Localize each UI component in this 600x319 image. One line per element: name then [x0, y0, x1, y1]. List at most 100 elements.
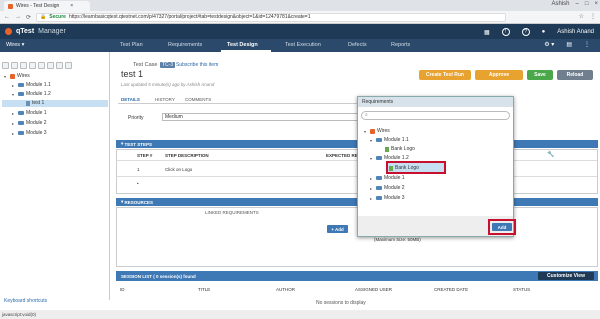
tab-details[interactable]: DETAILS [121, 97, 140, 102]
delete-icon[interactable] [56, 62, 63, 69]
menu-icon[interactable]: ⋮ [590, 13, 596, 20]
chevron-right-icon[interactable]: ▸ [12, 83, 16, 88]
tab-title: Wires - Test Design [16, 3, 60, 9]
button-label: Approve [488, 72, 510, 78]
add-requirement-button[interactable]: + Add [327, 225, 348, 233]
address-bar-row: ← → ⟳ 🔒 Secure https://learnbasicqtest.q… [0, 11, 600, 24]
requirements-search-input[interactable]: ⌕ [361, 111, 510, 120]
tree-item-module-1[interactable]: ▸ Module 1 [12, 110, 47, 116]
chevron-down-icon[interactable]: ▾ [4, 74, 8, 79]
customize-view-button[interactable]: Customize View [538, 272, 594, 280]
priority-label: Priority [128, 115, 144, 121]
maximize-icon[interactable]: □ [585, 1, 589, 7]
back-icon[interactable]: ← [4, 14, 10, 20]
folder-icon [18, 83, 24, 87]
folder-icon [18, 111, 24, 115]
project-selector[interactable]: Wires ▾ [6, 42, 24, 48]
popup-tree-root[interactable]: ▾ Wires [364, 128, 390, 134]
minimize-icon[interactable]: – [576, 1, 579, 7]
selected-row-highlight [2, 100, 108, 107]
tab-test-plan[interactable]: Test Plan [120, 42, 143, 48]
header-icons: ▦ ! ? ● Ashish Anand [484, 28, 594, 36]
column-header: STATUS [513, 287, 531, 292]
button-label: Save [534, 72, 546, 78]
tree-item-module-1-2[interactable]: ▾ Module 1.2 [12, 91, 51, 97]
tree-item-test-1[interactable]: test 1 [26, 100, 44, 106]
tab-history[interactable]: HISTORY [155, 97, 175, 102]
filter-icon[interactable] [20, 62, 27, 69]
browser-tab[interactable]: Wires - Test Design × [4, 1, 90, 11]
create-test-run-button[interactable]: Create Test Run [419, 70, 471, 80]
browser-actions: ☆ ⋮ [579, 13, 596, 20]
tree-root[interactable]: ▾ Wires [4, 73, 30, 79]
refresh-tree-icon[interactable] [65, 62, 72, 69]
add-testcase-icon[interactable] [11, 62, 18, 69]
chevron-down-icon[interactable]: ▾ [370, 156, 374, 161]
secure-label: Secure [49, 14, 66, 20]
popup-tree-module-1[interactable]: ▸ Module 1 [370, 175, 405, 181]
popup-tree-module-1-1[interactable]: ▾ Module 1.1 [370, 137, 409, 143]
refresh-icon[interactable]: ⟳ [26, 14, 31, 21]
url-field[interactable]: 🔒 Secure https://learnbasicqtest.qtestne… [36, 12, 507, 22]
popup-tree-module-3[interactable]: ▸ Module 3 [370, 195, 405, 201]
tab-reports[interactable]: Reports [391, 42, 410, 48]
close-window-icon[interactable]: × [594, 1, 598, 7]
tasks-icon[interactable]: ▤ [566, 41, 572, 48]
subscribe-link[interactable]: Subscribe this item [176, 62, 218, 68]
help-icon[interactable]: ? [521, 28, 530, 36]
chevron-down-icon[interactable]: ▾ [12, 92, 16, 97]
folder-icon [18, 131, 24, 135]
folder-icon [376, 186, 382, 190]
approve-button[interactable]: Approve [475, 70, 523, 80]
wrench-icon[interactable]: 🔧 [547, 151, 554, 158]
paste-icon[interactable] [38, 62, 45, 69]
save-button[interactable]: Save [527, 70, 553, 80]
dialog-add-button[interactable]: Add [492, 223, 512, 231]
user-name[interactable]: Ashish Anand [557, 29, 594, 35]
tab-comments[interactable]: COMMENTS [185, 97, 211, 102]
avatar[interactable]: ● [542, 29, 546, 35]
chevron-down-icon[interactable]: ▾ [370, 138, 374, 143]
tree-item-module-1-1[interactable]: ▸ Module 1.1 [12, 82, 51, 88]
user-profile-label[interactable]: Ashish [552, 1, 570, 7]
chevron-right-icon[interactable]: ▸ [12, 131, 16, 136]
page-title[interactable]: test 1 [121, 69, 143, 79]
step-description[interactable]: Click on Logo [165, 167, 192, 172]
copy-icon[interactable] [29, 62, 36, 69]
tree-item-label: Module 1 [384, 175, 405, 181]
popup-tree-bank-logo-2[interactable]: Bank Logo [389, 165, 419, 171]
gear-icon[interactable]: ⚙ ▾ [544, 41, 554, 48]
last-updated-text: Last updated 5 minute(s) ago by Ashish A… [121, 82, 215, 87]
tab-defects[interactable]: Defects [348, 42, 367, 48]
more-icon[interactable]: ⋮ [584, 41, 590, 48]
tab-close-icon[interactable]: × [70, 3, 73, 9]
chevron-right-icon[interactable]: ▸ [370, 186, 374, 191]
chevron-right-icon[interactable]: ▸ [370, 176, 374, 181]
chevron-right-icon[interactable]: ▸ [370, 196, 374, 201]
tree-item-module-2[interactable]: ▸ Module 2 [12, 120, 47, 126]
dialog-title: Requirements [362, 99, 394, 105]
popup-tree-module-2[interactable]: ▸ Module 2 [370, 185, 405, 191]
forward-icon[interactable]: → [15, 14, 21, 20]
chevron-down-icon[interactable]: ▾ [364, 129, 368, 134]
tree-item-label: Module 1.1 [26, 82, 51, 88]
add-module-icon[interactable] [2, 62, 9, 69]
popup-tree-bank-logo-1[interactable]: Bank Logo [385, 146, 415, 152]
priority-select[interactable]: Medium [162, 113, 362, 121]
app-manager-label: Manager [38, 28, 66, 35]
import-icon[interactable] [47, 62, 54, 69]
tab-requirements[interactable]: Requirements [168, 42, 202, 48]
star-icon[interactable]: ☆ [579, 13, 584, 20]
info-icon[interactable]: ! [501, 28, 510, 36]
apps-grid-icon[interactable]: ▦ [484, 29, 490, 36]
reload-button[interactable]: Reload [557, 70, 593, 80]
tab-test-execution[interactable]: Test Execution [285, 42, 321, 48]
section-title: SESSION LIST ( 0 session(s) found [121, 273, 196, 279]
chevron-right-icon[interactable]: ▸ [12, 121, 16, 126]
tree-item-module-3[interactable]: ▸ Module 3 [12, 130, 47, 136]
chevron-right-icon[interactable]: ▸ [12, 111, 16, 116]
keyboard-shortcuts-link[interactable]: Keyboard shortcuts [4, 298, 47, 304]
button-label: Reload [566, 72, 584, 78]
tab-test-design[interactable]: Test Design [227, 42, 258, 48]
folder-icon [18, 92, 24, 96]
